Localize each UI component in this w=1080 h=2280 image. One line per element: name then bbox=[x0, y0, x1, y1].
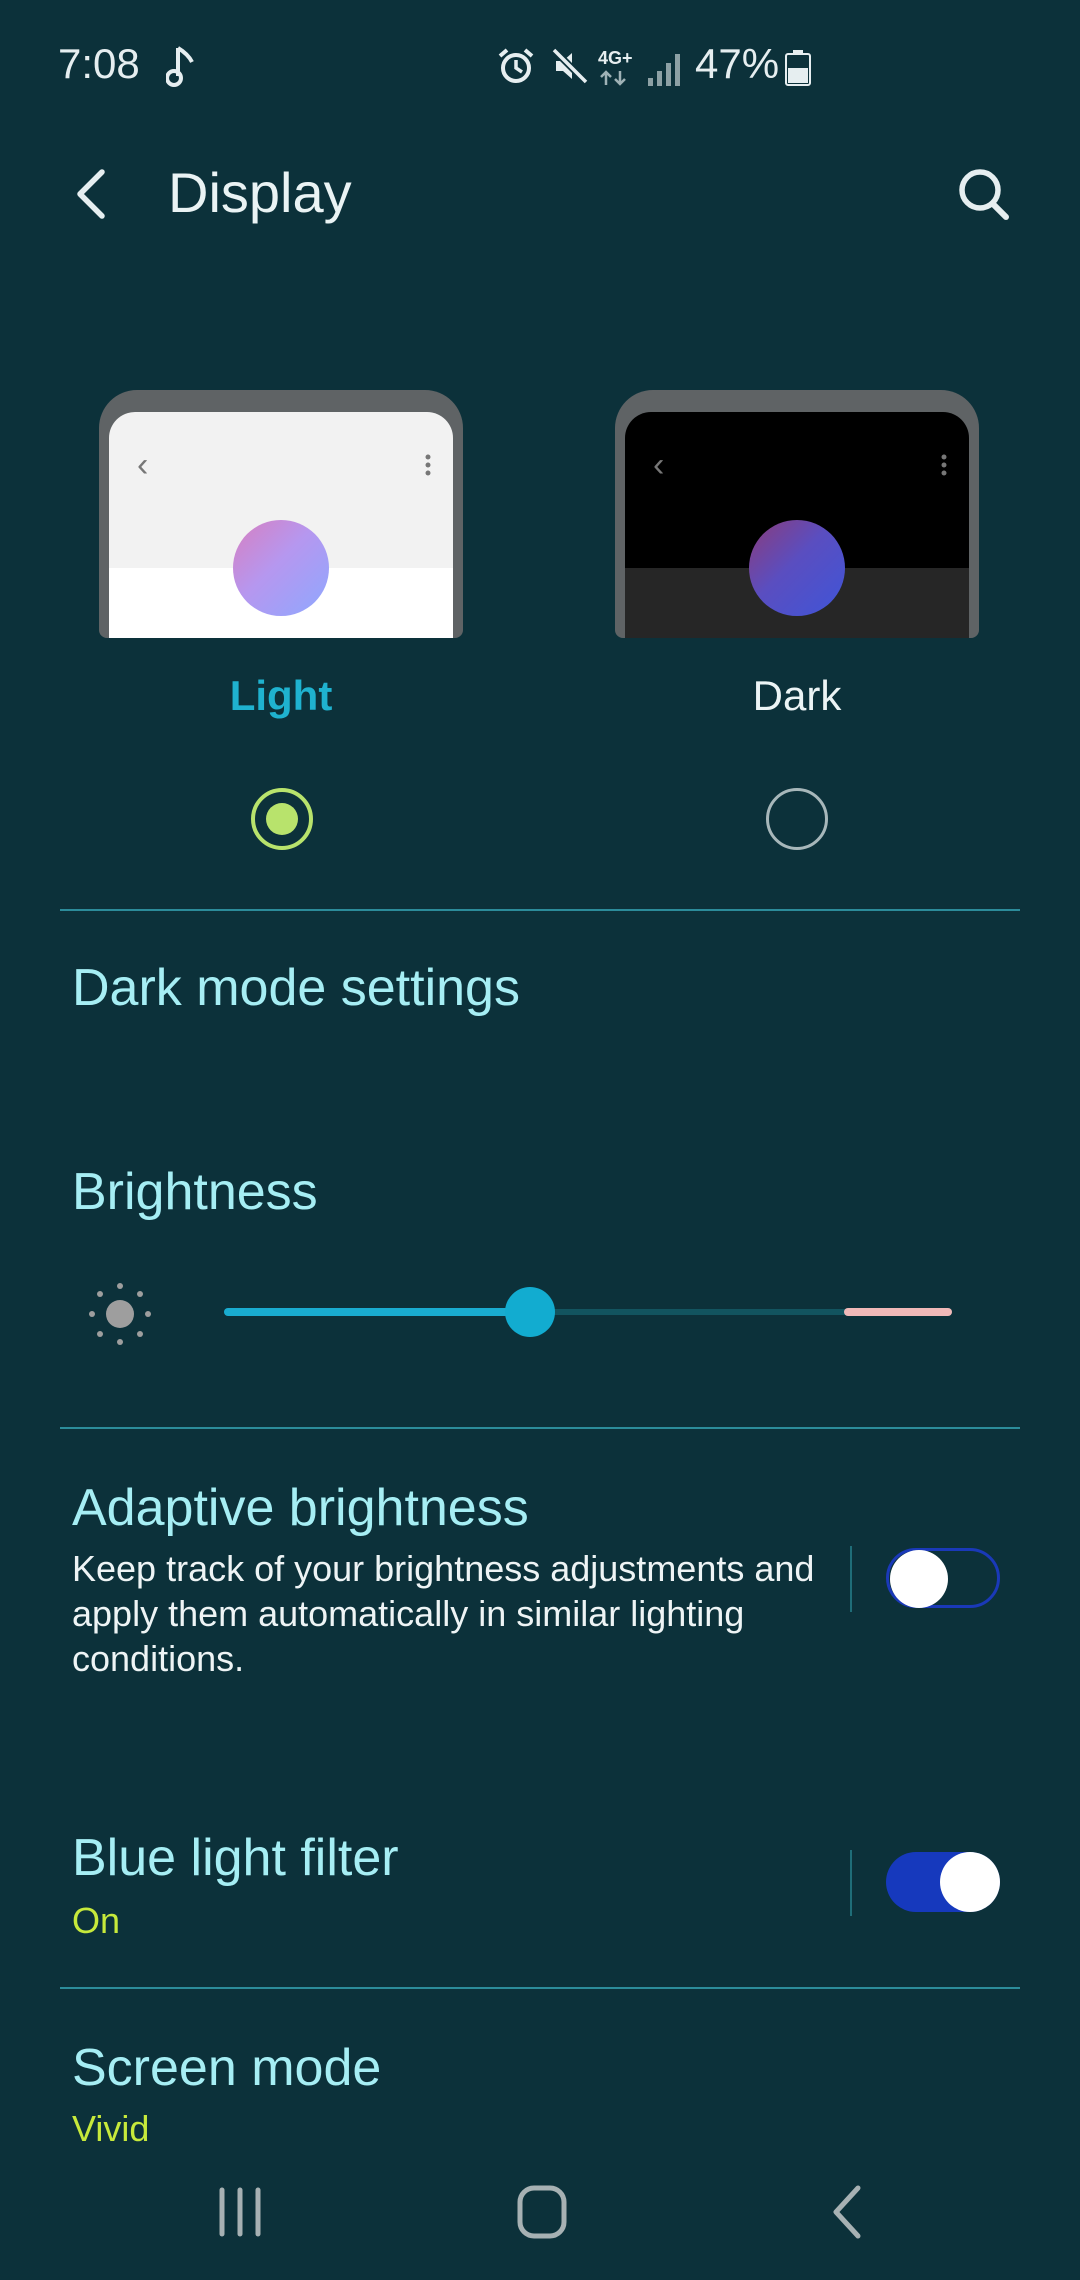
slider-high-range bbox=[844, 1308, 952, 1316]
dark-theme-radio[interactable] bbox=[766, 788, 828, 850]
back-button[interactable] bbox=[64, 158, 124, 230]
adaptive-brightness-label[interactable]: Adaptive brightness bbox=[72, 1478, 529, 1538]
toggle-knob bbox=[940, 1852, 1000, 1912]
screen-mode-label[interactable]: Screen mode bbox=[72, 2038, 381, 2098]
battery-icon bbox=[785, 50, 811, 91]
adaptive-brightness-toggle[interactable] bbox=[886, 1548, 1000, 1608]
light-theme-radio[interactable] bbox=[251, 788, 313, 850]
mini-back-icon: ‹ bbox=[653, 446, 665, 484]
search-button[interactable] bbox=[950, 158, 1020, 230]
radio-selected-dot bbox=[266, 803, 298, 835]
music-note-icon bbox=[165, 44, 198, 95]
mini-back-icon: ‹ bbox=[137, 446, 149, 484]
back-arrow-icon bbox=[77, 169, 105, 219]
light-theme-label[interactable]: Light bbox=[99, 672, 463, 720]
signal-icon bbox=[646, 52, 682, 93]
more-options-icon bbox=[941, 454, 947, 476]
blue-light-filter-label[interactable]: Blue light filter bbox=[72, 1828, 399, 1888]
brightness-slider[interactable] bbox=[224, 1287, 952, 1337]
dark-theme-preview[interactable]: ‹ bbox=[615, 390, 979, 638]
dark-mode-settings-item[interactable]: Dark mode settings bbox=[72, 958, 520, 1018]
toggle-knob bbox=[890, 1550, 948, 1608]
phone-frame: ‹ bbox=[99, 390, 463, 638]
recents-icon bbox=[219, 2187, 261, 2237]
preview-screen: ‹ bbox=[625, 412, 969, 638]
divider bbox=[60, 1987, 1020, 1989]
blue-light-filter-toggle[interactable] bbox=[886, 1852, 1000, 1912]
alarm-icon bbox=[496, 46, 536, 91]
page-title: Display bbox=[168, 161, 352, 224]
brightness-sun-icon bbox=[84, 1278, 156, 1355]
light-theme-preview[interactable]: ‹ bbox=[99, 390, 463, 638]
vertical-separator bbox=[850, 1546, 852, 1612]
recents-button[interactable] bbox=[200, 2178, 280, 2248]
back-icon bbox=[833, 2185, 861, 2239]
home-button[interactable] bbox=[502, 2178, 582, 2248]
home-icon bbox=[517, 2185, 567, 2239]
slider-thumb[interactable] bbox=[504, 1287, 555, 1337]
divider bbox=[60, 909, 1020, 911]
network-type-label: 4G+ bbox=[598, 48, 633, 68]
battery-percentage: 47% bbox=[695, 40, 780, 87]
preview-circle bbox=[233, 520, 329, 616]
brightness-label: Brightness bbox=[72, 1163, 318, 1221]
more-options-icon bbox=[425, 454, 431, 476]
dark-theme-label[interactable]: Dark bbox=[615, 672, 979, 720]
adaptive-brightness-description: Keep track of your brightness adjustment… bbox=[72, 1548, 815, 1679]
blue-light-filter-status: On bbox=[72, 1900, 121, 1941]
vertical-separator bbox=[850, 1850, 852, 1916]
network-4g-icon: 4G+ bbox=[598, 48, 638, 92]
mute-icon bbox=[550, 46, 590, 91]
phone-frame: ‹ bbox=[615, 390, 979, 638]
preview-circle bbox=[749, 520, 845, 616]
divider bbox=[60, 1427, 1020, 1429]
preview-screen: ‹ bbox=[109, 412, 453, 638]
search-icon bbox=[959, 169, 1009, 220]
slider-fill bbox=[224, 1308, 530, 1316]
nav-back-button[interactable] bbox=[806, 2178, 886, 2248]
status-time: 7:08 bbox=[58, 40, 140, 87]
